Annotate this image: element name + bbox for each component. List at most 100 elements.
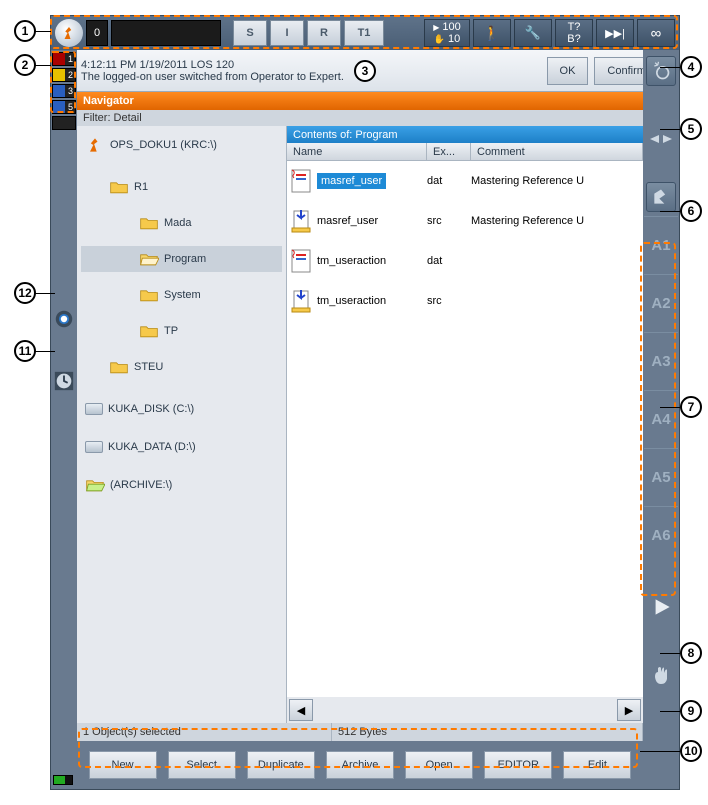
tree-system[interactable]: System (81, 282, 282, 308)
archive-button[interactable]: Archive (326, 751, 394, 779)
col-comment[interactable]: Comment (471, 143, 643, 160)
file-comment: Mastering Reference U (471, 175, 643, 187)
h-scrollbar[interactable]: ◀ ▶ (287, 697, 643, 723)
dat-file-icon (287, 248, 315, 274)
flag-blank[interactable] (52, 116, 76, 130)
callout-9: 9 (680, 700, 702, 722)
tree-program-label: Program (164, 253, 206, 265)
world-icon[interactable] (646, 56, 676, 86)
status-bar: 1 Object(s) selected 512 Bytes (77, 723, 643, 741)
folder-icon (139, 215, 159, 231)
flag-info2[interactable]: 5 (52, 100, 76, 114)
tree-archive-label: (ARCHIVE:\) (110, 479, 172, 491)
tree-disk-d-label: KUKA_DATA (D:\) (108, 441, 196, 453)
tree-disk-c[interactable]: KUKA_DISK (C:\) (81, 396, 282, 422)
tool-button[interactable]: 🔧 (514, 19, 552, 47)
scroll-right-button[interactable]: ▶ (617, 699, 641, 721)
file-ext: dat (427, 255, 471, 267)
status-bytes: 512 Bytes (332, 723, 643, 741)
speed-button[interactable]: 100 ✋10 (424, 19, 470, 47)
battery-icon (53, 775, 73, 785)
callout-4: 4 (680, 56, 702, 78)
axis-a4[interactable]: A4 (644, 390, 678, 448)
file-row[interactable]: tm_useraction src (287, 281, 643, 321)
robot-icon[interactable] (55, 19, 83, 47)
mode-i-button[interactable]: I (270, 20, 304, 46)
editor-button[interactable]: EDITOR (484, 751, 552, 779)
new-button[interactable]: New (89, 751, 157, 779)
message-time: 4:12:11 PM 1/19/2011 LOS 120 (81, 59, 541, 71)
hand-icon[interactable] (646, 660, 676, 690)
play-icon[interactable] (646, 592, 676, 622)
ok-button[interactable]: OK (547, 57, 589, 85)
folder-open-icon (85, 477, 105, 493)
tree-program[interactable]: Program (81, 246, 282, 272)
folder-tree: OPS_DOKU1 (KRC:\) R1 Mada Program (77, 126, 287, 723)
mode-r-button[interactable]: R (307, 20, 341, 46)
navigator-title: Navigator (77, 92, 643, 110)
col-ext[interactable]: Ex... (427, 143, 471, 160)
flag-error[interactable]: 1 (52, 52, 76, 66)
mode-t1-button[interactable]: T1 (344, 20, 384, 46)
file-row[interactable]: masref_user dat Mastering Reference U (287, 161, 643, 201)
tree-mada[interactable]: Mada (81, 210, 282, 236)
tree-disk-d[interactable]: KUKA_DATA (D:\) (81, 434, 282, 460)
duplicate-button[interactable]: Duplicate (247, 751, 315, 779)
contents-title: Contents of: Program (287, 126, 643, 143)
clock-icon[interactable] (53, 370, 75, 392)
tree-archive[interactable]: (ARCHIVE:\) (81, 472, 282, 498)
axis-a2[interactable]: A2 (644, 274, 678, 332)
counter-box: 0 (86, 20, 108, 46)
file-ext: src (427, 215, 471, 227)
scroll-left-button[interactable]: ◀ (289, 699, 313, 721)
tq-bot: B? (567, 33, 580, 45)
tree-root[interactable]: OPS_DOKU1 (KRC:\) (81, 132, 282, 158)
file-row[interactable]: tm_useraction dat (287, 241, 643, 281)
speed-bot: 10 (448, 33, 460, 45)
contents-panel: Contents of: Program Name Ex... Comment … (287, 126, 643, 723)
file-name: tm_useraction (317, 295, 386, 307)
open-button[interactable]: Open (405, 751, 473, 779)
filter-label: Filter: Detail (77, 110, 643, 126)
tb-button[interactable]: T? B? (555, 19, 593, 47)
file-row[interactable]: masref_user src Mastering Reference U (287, 201, 643, 241)
tree-r1[interactable]: R1 (81, 174, 282, 200)
speed-top: 100 (442, 21, 460, 33)
tree-steu[interactable]: STEU (81, 354, 282, 380)
edit-button[interactable]: Edit (563, 751, 631, 779)
tree-disk-c-label: KUKA_DISK (C:\) (108, 403, 194, 415)
file-ext: dat (427, 175, 471, 187)
file-name: masref_user (317, 173, 386, 189)
tree-tp[interactable]: TP (81, 318, 282, 344)
robot-small-icon (85, 135, 105, 155)
axis-a1[interactable]: A1 (644, 216, 678, 274)
flag-info[interactable]: 3 (52, 84, 76, 98)
callout-8: 8 (680, 642, 702, 664)
callout-6: 6 (680, 200, 702, 222)
axis-a5[interactable]: A5 (644, 448, 678, 506)
loop-button[interactable]: ∞ (637, 19, 675, 47)
bottom-toolbar: New Select Duplicate Archive Open EDITOR… (77, 741, 643, 789)
dat-file-icon (287, 168, 315, 194)
robot-base-icon[interactable] (646, 182, 676, 212)
folder-icon (139, 287, 159, 303)
column-headers: Name Ex... Comment (287, 143, 643, 161)
gear-icon[interactable] (53, 308, 75, 330)
callout-2: 2 (14, 54, 36, 76)
callout-12: 12 (14, 282, 36, 304)
callout-11: 11 (14, 340, 36, 362)
axis-a6[interactable]: A6 (644, 506, 678, 564)
mode-s-button[interactable]: S (233, 20, 267, 46)
folder-icon (109, 359, 129, 375)
axis-panel: A1 A2 A3 A4 A5 A6 (644, 216, 678, 564)
tree-tp-label: TP (164, 325, 178, 337)
axis-a3[interactable]: A3 (644, 332, 678, 390)
skip-button[interactable]: ▶▶| (596, 19, 634, 47)
select-button[interactable]: Select (168, 751, 236, 779)
callout-1: 1 (14, 20, 36, 42)
col-name[interactable]: Name (287, 143, 427, 160)
callout-3: 3 (354, 60, 376, 82)
flag-warn[interactable]: 2 (52, 68, 76, 82)
walk-button[interactable]: 🚶 (473, 19, 511, 47)
navigator-panel: Navigator Filter: Detail OPS_DOKU1 (KRC:… (77, 92, 643, 741)
